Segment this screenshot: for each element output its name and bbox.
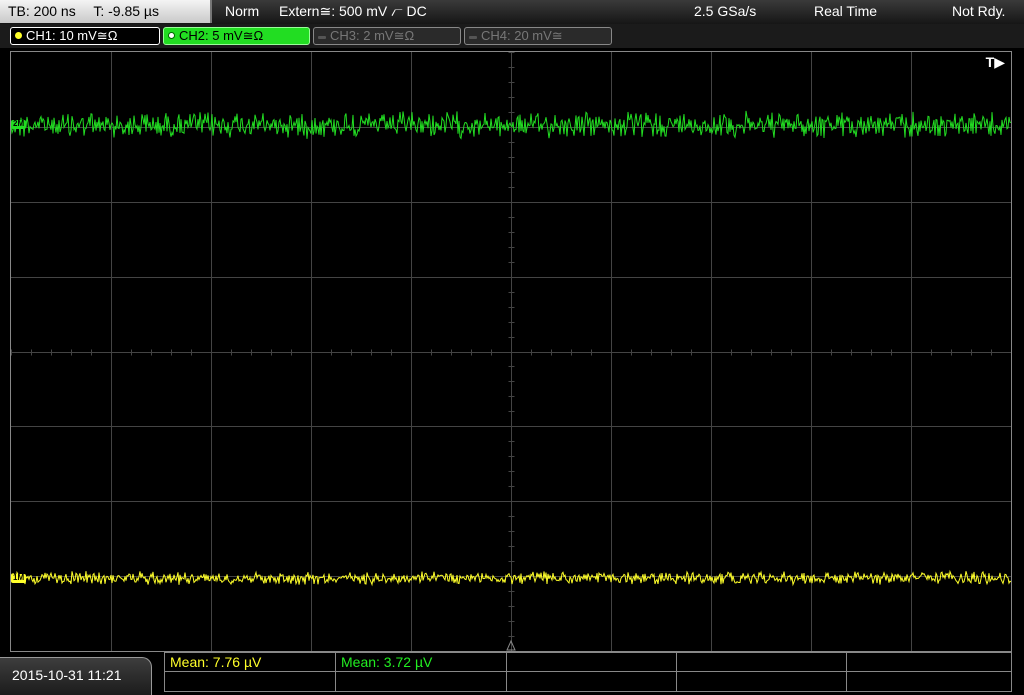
bottom-bar: 2015-10-31 11:21 Mean: 7.76 µV Mean: 3.7… bbox=[0, 652, 1024, 695]
channel-2-tab[interactable]: CH2: 5 mV≅Ω bbox=[163, 27, 310, 45]
trigger-level-marker[interactable]: T▶ bbox=[986, 54, 1005, 71]
channel-1-tab[interactable]: CH1: 10 mV≅Ω bbox=[10, 27, 160, 45]
channel-2-indicator-icon bbox=[168, 32, 175, 39]
sample-rate[interactable]: 2.5 GSa/s bbox=[694, 0, 756, 23]
channel-3-tab[interactable]: CH3: 2 mV≅Ω bbox=[313, 27, 461, 45]
channel-1-label: CH1: 10 mV≅Ω bbox=[26, 28, 118, 43]
measurement-cell-empty[interactable] bbox=[847, 672, 1011, 691]
graticule-grid bbox=[11, 52, 1011, 651]
datetime-display: 2015-10-31 11:21 bbox=[0, 657, 152, 695]
channel-1-indicator-icon bbox=[15, 32, 22, 39]
measurement-cell-empty[interactable] bbox=[507, 653, 677, 672]
measurement-cell-empty[interactable] bbox=[336, 672, 507, 691]
measurement-ch2-mean[interactable]: Mean: 3.72 µV bbox=[336, 653, 507, 672]
acquisition-mode[interactable]: Real Time bbox=[814, 0, 877, 23]
channel-3-indicator-icon bbox=[318, 36, 326, 39]
channel-2-label: CH2: 5 mV≅Ω bbox=[179, 28, 264, 43]
measurement-cell-empty[interactable] bbox=[847, 653, 1011, 672]
waveform-canvas bbox=[11, 52, 1011, 651]
waveform-display[interactable]: T▶ 2M 1M bbox=[10, 51, 1012, 652]
acquisition-state: Not Rdy. bbox=[952, 3, 1006, 19]
timebase-box[interactable]: TB: 200 ns T: -9.85 µs bbox=[0, 0, 212, 23]
channel-3-label: CH3: 2 mV≅Ω bbox=[330, 28, 415, 43]
channel-4-tab[interactable]: CH4: 20 mV≅ bbox=[464, 27, 612, 45]
measurement-ch1-mean[interactable]: Mean: 7.76 µV bbox=[165, 653, 336, 672]
measurement-cell-empty[interactable] bbox=[677, 653, 847, 672]
measurement-cell-empty[interactable] bbox=[677, 672, 847, 691]
trigger-mode[interactable]: Norm bbox=[225, 0, 259, 23]
measurement-cell-empty[interactable] bbox=[165, 672, 336, 691]
channel-4-label: CH4: 20 mV≅ bbox=[481, 28, 563, 43]
status-bar: TB: 200 ns T: -9.85 µs Norm Extern≅: 500… bbox=[0, 0, 1024, 24]
measurement-table: Mean: 7.76 µV Mean: 3.72 µV bbox=[164, 652, 1012, 692]
trigger-time-value: T: -9.85 µs bbox=[93, 3, 159, 19]
measurement-cell-empty[interactable] bbox=[507, 672, 677, 691]
timebase-value: TB: 200 ns bbox=[8, 3, 76, 19]
channel-tabs: CH1: 10 mV≅Ω CH2: 5 mV≅Ω CH3: 2 mV≅Ω CH4… bbox=[0, 24, 1024, 48]
channel-1-reference-marker[interactable]: 1M bbox=[11, 574, 27, 583]
channel-4-indicator-icon bbox=[469, 36, 477, 39]
trigger-source[interactable]: Extern≅: 500 mV ⦧ DC bbox=[279, 0, 427, 23]
channel-2-reference-marker[interactable]: 2M bbox=[11, 120, 27, 129]
